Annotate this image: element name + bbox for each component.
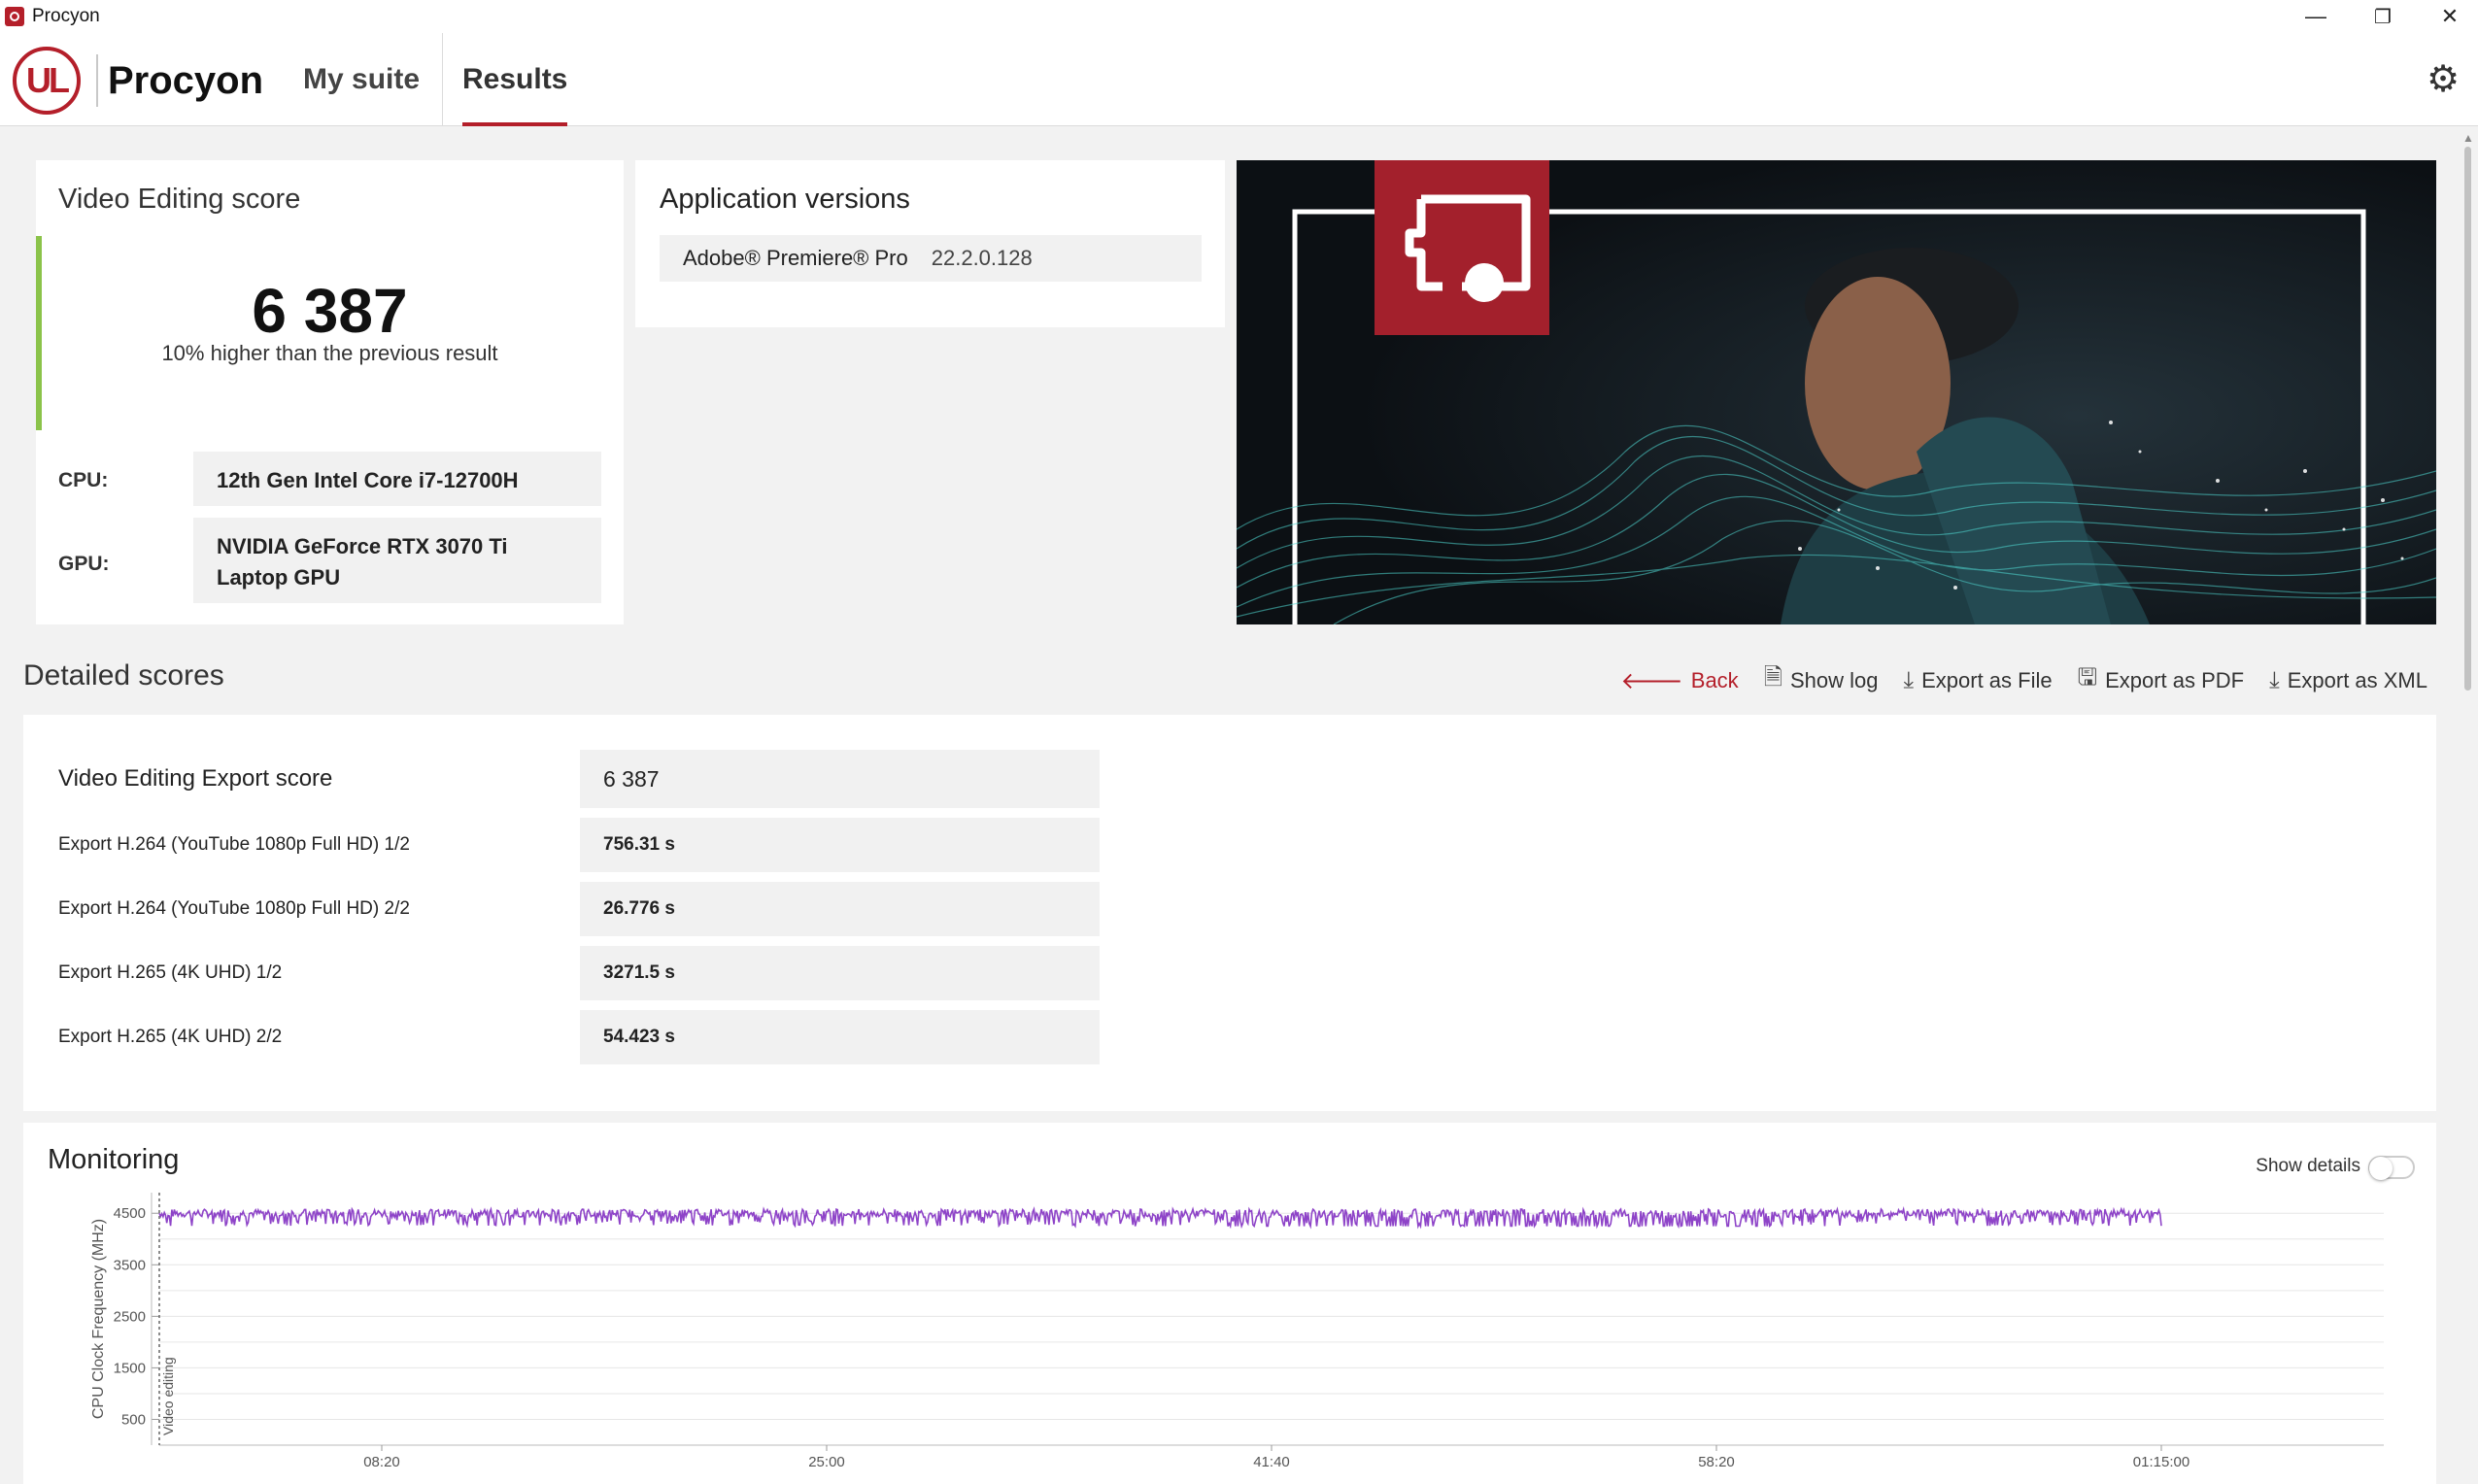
x-tick-label: 41:40 [1253,1454,1290,1470]
app-name: Adobe® Premiere® Pro [683,246,908,270]
ul-logo: UL [13,47,81,115]
export-pdf-label: Export as PDF [2105,667,2245,692]
window-titlebar: Procyon — ❐ ✕ [0,0,2478,33]
export-xml-label: Export as XML [2287,667,2427,692]
scrollbar[interactable]: ▲ [2459,127,2478,1484]
app-version: 22.2.0.128 [931,246,1033,270]
download-icon: ⤓ [2269,666,2280,693]
x-tick-label: 01:15:00 [2133,1454,2189,1470]
score-row-value: 6 387 [580,750,1100,808]
show-details-label: Show details [2256,1156,2360,1176]
score-row-label: Export H.264 (YouTube 1080p Full HD) 1/2 [58,834,410,855]
download-icon: ⤓ [1903,666,1915,693]
y-tick-label: 500 [121,1411,146,1428]
annotation-label: Video editing [160,1357,176,1435]
export-file-label: Export as File [1921,667,2053,692]
app-versions-card: Application versions Adobe® Premiere® Pr… [635,160,1225,327]
y-tick-label: 3500 [114,1257,146,1273]
gpu-label: GPU: [58,553,110,575]
y-axis-label: CPU Clock Frequency (MHz) [90,1219,107,1419]
x-tick-label: 25:00 [808,1454,845,1470]
gear-icon[interactable]: ⚙ [2424,60,2462,99]
hero-illustration [1237,160,2436,624]
score-value: 6 387 [252,276,408,346]
show-log-label: Show log [1789,667,1879,692]
save-disk-icon: 🖫 [2077,664,2098,691]
arrow-left-icon: 🡐 [1620,667,1683,694]
monitoring-card: Monitoring Show details 500 1500 2500 3500 4… [23,1123,2436,1484]
y-tick-label: 4500 [114,1205,146,1222]
show-details-toggle[interactable] [2368,1156,2415,1180]
brand-name: Procyon [108,59,264,102]
app-versions-title: Application versions [660,184,910,215]
x-tick-label: 58:20 [1698,1454,1735,1470]
restore-button[interactable]: ❐ [2349,0,2417,33]
scroll-up-icon[interactable]: ▲ [2462,131,2474,145]
hero-banner-image [1237,160,2436,624]
detailed-scores-card: Video Editing Export score 6 387 Export … [23,715,2436,1111]
cpu-frequency-chart: 500 1500 2500 3500 4500 08:20 25:00 41:40 58:20 0… [90,1193,2384,1470]
close-button[interactable]: ✕ [2416,0,2478,33]
score-card: Video Editing score 6 387 10% higher tha… [36,160,624,624]
procyon-app-icon [5,7,24,26]
y-tick-label: 2500 [114,1308,146,1325]
gpu-value: NVIDIA GeForce RTX 3070 Ti Laptop GPU [193,518,601,603]
window-title: Procyon [32,6,100,26]
score-row-label: Export H.265 (4K UHD) 2/2 [58,1027,283,1047]
table-row: Export H.265 (4K UHD) 2/2 54.423 s [58,1010,1146,1064]
score-row-value: 756.31 s [580,818,1100,872]
score-row-label: Export H.265 (4K UHD) 1/2 [58,962,283,983]
score-row-value: 54.423 s [580,1010,1100,1064]
logo-divider [96,54,98,107]
app-version-row: Adobe® Premiere® Pro 22.2.0.128 [660,235,1202,282]
tab-results[interactable]: Results [442,33,587,126]
back-button[interactable]: 🡐 Back [1620,666,1738,695]
export-file-button[interactable]: ⤓ Export as File [1904,667,2053,694]
document-icon: 🗎 [1763,664,1782,691]
cpu-frequency-series [158,1206,2162,1230]
table-row: Export H.264 (YouTube 1080p Full HD) 1/2… [58,818,1146,872]
y-tick-label: 1500 [114,1360,146,1376]
x-tick-label: 08:20 [363,1454,400,1470]
monitoring-title: Monitoring [48,1144,180,1175]
toggle-knob[interactable] [2369,1157,2393,1180]
export-xml-button[interactable]: ⤓ Export as XML [2269,667,2427,694]
app-header: UL Procyon My suite Results ⚙ [0,33,2478,126]
cpu-value: 12th Gen Intel Core i7-12700H [193,452,601,506]
score-row-label: Video Editing Export score [58,765,333,792]
table-row: Export H.264 (YouTube 1080p Full HD) 2/2… [58,882,1146,936]
score-row-label: Export H.264 (YouTube 1080p Full HD) 2/2 [58,898,410,919]
minimize-button[interactable]: — [2282,0,2350,33]
show-log-button[interactable]: 🗎 Show log [1764,660,1879,700]
table-row: Export H.265 (4K UHD) 1/2 3271.5 s [58,946,1146,1000]
tab-my-suite[interactable]: My suite [284,33,439,126]
export-pdf-button[interactable]: 🖫 Export as PDF [2078,660,2245,700]
detailed-scores-title: Detailed scores [23,659,224,691]
score-card-title: Video Editing score [58,184,301,215]
table-row: Video Editing Export score 6 387 [58,750,1146,808]
scrollbar-thumb[interactable] [2464,147,2471,691]
score-comparison: 10% higher than the previous result [161,341,498,365]
score-row-value: 26.776 s [580,882,1100,936]
cpu-label: CPU: [58,469,109,491]
results-actions: 🡐 Back 🗎 Show log ⤓ Export as File 🖫 Exp… [1620,660,2427,700]
back-label: Back [1690,667,1739,692]
score-row-value: 3271.5 s [580,946,1100,1000]
